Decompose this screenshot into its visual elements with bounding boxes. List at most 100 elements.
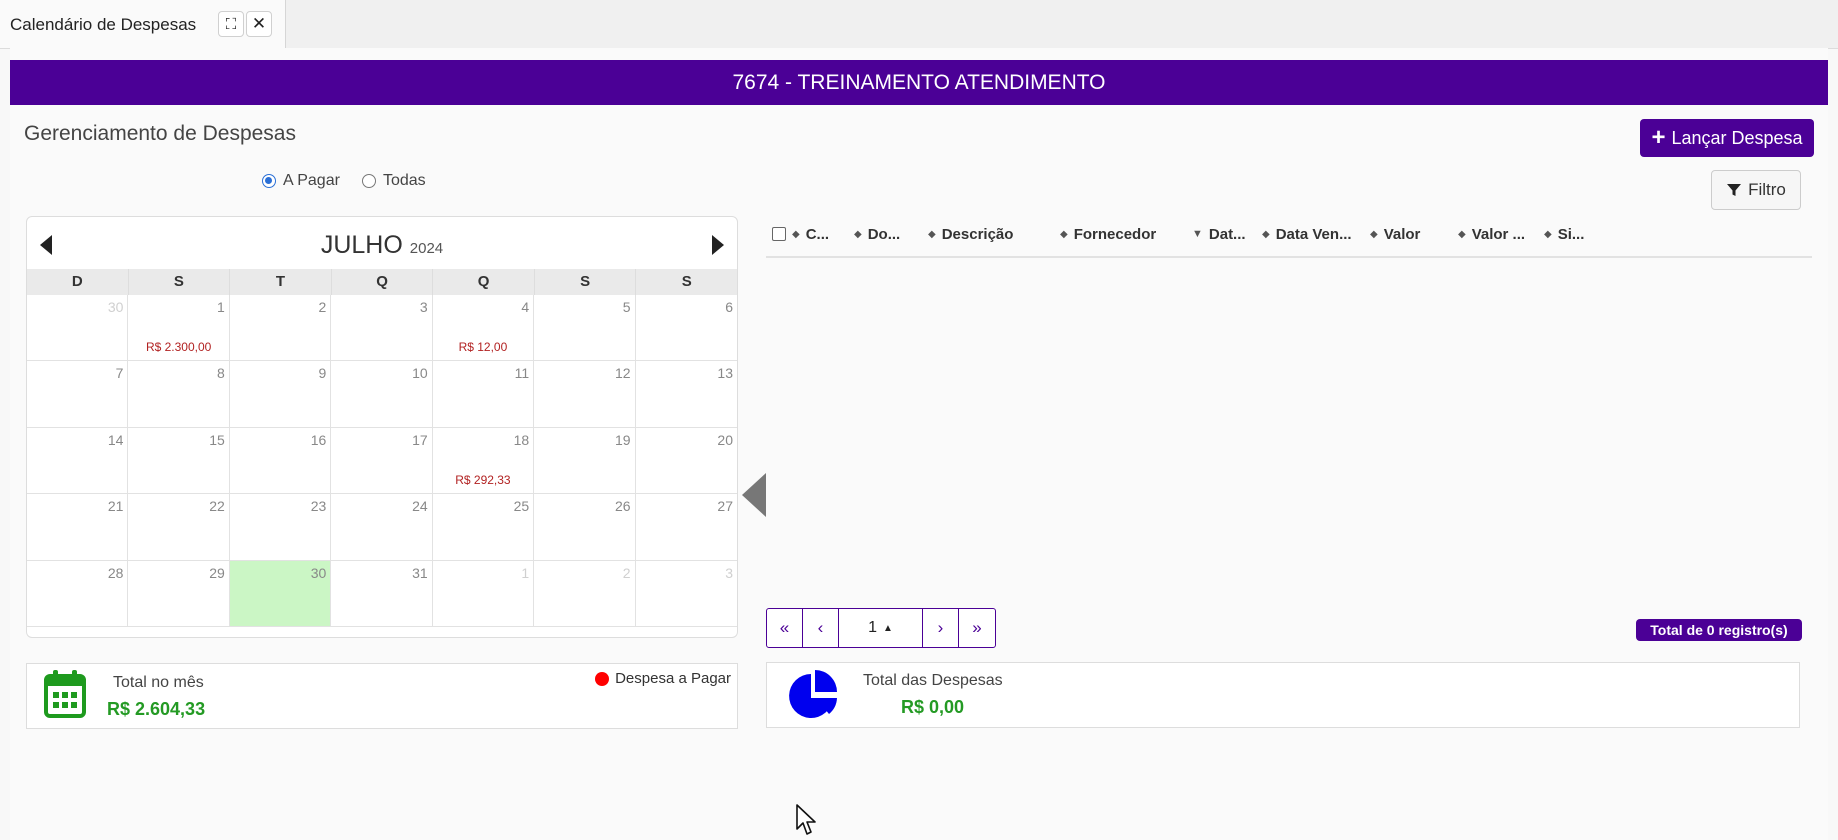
legend: Despesa a Pagar [595,670,731,687]
calendar-day-today[interactable]: 30 [229,560,332,627]
calendar-day[interactable]: 2 [229,295,332,362]
last-page-button[interactable]: » [959,609,995,647]
calendar-month: JULHO [320,231,403,259]
next-page-button[interactable]: › [923,609,959,647]
day-number: 21 [107,498,124,515]
calendar-day[interactable]: 3 [331,295,433,362]
calendar-day[interactable]: 17 [331,427,433,495]
company-banner: 7674 - TREINAMENTO ATENDIMENTO [10,60,1828,105]
calendar-day[interactable]: 22 [128,494,230,561]
day-number: 13 [717,365,733,382]
calendar-day[interactable]: 14 [27,427,129,495]
day-number: 28 [107,564,124,581]
column-header[interactable]: ▼ Dat... [1192,226,1246,243]
calendar-day[interactable]: 26 [534,494,636,561]
column-header[interactable]: ◆ Valor [1370,226,1420,243]
calendar-day[interactable]: 7 [27,361,129,428]
calendar-day[interactable]: 4 R$ 12,00 [432,295,535,362]
day-number: 25 [513,498,530,515]
close-icon[interactable]: ✕ [246,11,272,37]
expenses-total-value: R$ 0,00 [901,697,965,717]
column-header[interactable]: ◆ C... [792,226,829,243]
sort-icon[interactable]: ◆ [854,229,862,240]
day-number: 19 [614,431,631,448]
calendar-day[interactable]: 24 [331,494,433,561]
sort-icon[interactable]: ◆ [1262,229,1270,240]
mouse-cursor-icon [796,804,816,835]
calendar-day[interactable]: 1 [432,560,535,627]
calendar-day[interactable]: 13 [635,361,737,428]
calendar-day[interactable]: 21 [27,494,129,561]
column-header[interactable]: ◆ Do... [854,226,900,243]
calendar-day[interactable]: 31 [331,560,433,627]
weekday-label: S [535,269,637,295]
calendar-day[interactable]: 30 [27,295,129,362]
calendar-day[interactable]: 18 R$ 292,33 [432,427,535,495]
day-number: 3 [725,564,733,581]
day-number: 15 [209,431,225,448]
day-number: 30 [107,299,124,315]
calendar-day[interactable]: 20 [635,428,737,495]
column-header[interactable]: ◆ Fornecedor [1060,226,1156,243]
column-header-label: Fornecedor [1073,226,1157,243]
collapse-calendar-icon[interactable] [742,473,766,517]
weekday-label: Q [433,269,535,295]
day-number: 26 [614,498,631,515]
calendar-day[interactable]: 28 [27,560,129,627]
column-header[interactable]: ◆ Descrição [928,226,1013,243]
calendar-day[interactable]: 2 [534,560,636,627]
calendar-day[interactable]: 27 [635,494,737,561]
calendar-day[interactable]: 6 [635,295,737,362]
sort-icon[interactable]: ◆ [792,229,800,240]
radio-todas[interactable]: Todas [361,172,426,190]
radio-todas-dot[interactable] [361,174,376,188]
sort-icon[interactable]: ◆ [1060,229,1068,240]
add-expense-label: Lançar Despesa [1671,127,1803,148]
calendar-day[interactable]: 12 [534,361,636,428]
day-number: 2 [622,564,631,581]
day-expense-amount[interactable]: R$ 292,33 [433,473,533,487]
sort-desc-icon[interactable]: ▼ [1192,229,1203,240]
select-all-checkbox[interactable] [772,227,786,241]
sort-icon[interactable]: ◆ [1458,229,1466,240]
day-number: 4 [521,299,530,315]
radio-a-pagar-dot[interactable] [262,174,276,188]
radio-a-pagar[interactable]: A Pagar [262,172,340,190]
day-expense-amount[interactable]: R$ 12,00 [433,340,533,354]
column-header[interactable]: ◆ Si... [1544,226,1584,243]
first-page-button[interactable]: « [767,609,803,647]
tab-calendario-despesas[interactable]: Calendário de Despesas ⛶ ✕ [0,0,286,48]
column-header[interactable]: ◆ Data Ven... [1262,226,1352,243]
current-page-select[interactable]: 1 ▲ [839,609,923,647]
calendar-day[interactable]: 10 [331,361,433,428]
next-month-icon[interactable] [712,235,724,255]
plus-icon: + [1651,124,1666,151]
page-title: Gerenciamento de Despesas [24,122,296,145]
day-expense-amount[interactable]: R$ 2.300,00 [128,340,228,354]
weekday-label: D [27,269,129,295]
calendar-day[interactable]: 25 [432,494,535,561]
expand-icon[interactable]: ⛶ [218,11,244,37]
sort-icon[interactable]: ◆ [1370,229,1378,240]
calendar-day[interactable]: 1 R$ 2.300,00 [128,295,230,362]
filter-button[interactable]: Filtro [1711,170,1801,210]
calendar-day[interactable]: 19 [534,427,636,495]
calendar-day[interactable]: 11 [432,361,535,428]
calendar-day[interactable]: 5 [534,295,636,362]
calendar-day[interactable]: 15 [128,427,230,495]
month-total-value: R$ 2.604,33 [107,699,206,719]
calendar-day[interactable]: 9 [229,361,332,428]
sort-icon[interactable]: ◆ [1544,229,1552,240]
add-expense-button[interactable]: + Lançar Despesa [1640,119,1814,157]
calendar-day[interactable]: 8 [128,361,230,428]
calendar-day[interactable]: 16 [229,427,332,495]
expenses-table-header: ◆ C... ◆ Do... ◆ Descrição ◆ Fornecedor ▼ Dat... ◆… [766,214,1812,258]
column-header[interactable]: ◆ Valor ... [1458,226,1525,243]
sort-icon[interactable]: ◆ [928,229,936,240]
calendar-day[interactable]: 23 [229,494,332,561]
day-number: 29 [209,564,225,581]
calendar-day[interactable]: 3 [635,561,737,627]
column-header-label: Data Ven... [1275,226,1352,243]
prev-page-button[interactable]: ‹ [803,609,839,647]
calendar-day[interactable]: 29 [128,560,230,627]
